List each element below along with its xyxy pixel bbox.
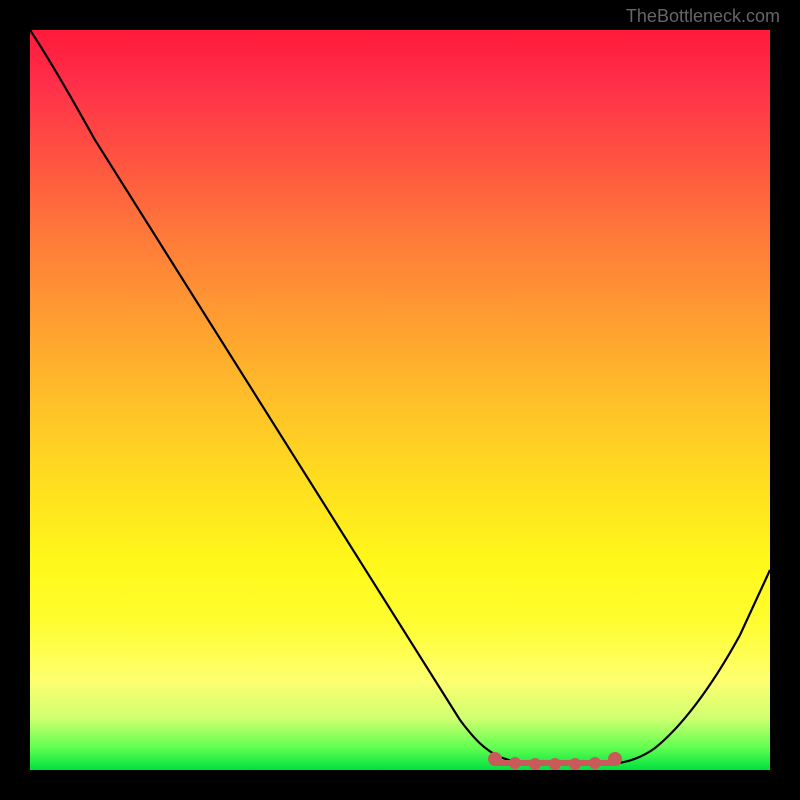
chart-plot-area xyxy=(30,30,770,770)
bottleneck-curve xyxy=(30,30,770,764)
marker-dot xyxy=(569,758,581,770)
watermark-text: TheBottleneck.com xyxy=(626,6,780,27)
chart-svg xyxy=(30,30,770,770)
marker-dot xyxy=(529,758,541,770)
marker-dot xyxy=(589,757,601,769)
marker-dot xyxy=(549,758,561,770)
marker-dot xyxy=(608,752,622,766)
marker-dot xyxy=(488,752,502,766)
marker-dot xyxy=(509,757,521,769)
